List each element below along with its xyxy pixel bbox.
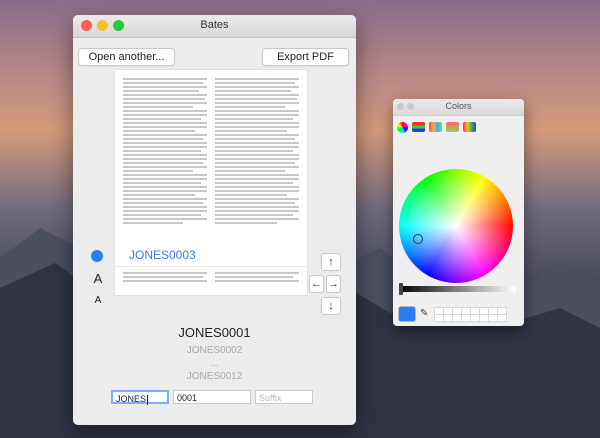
preview-first-number: JONES0001	[178, 325, 251, 340]
color-palettes-mode-icon[interactable]	[429, 122, 442, 132]
position-arrows: ↑ ← → ↓	[309, 253, 341, 319]
swatch-row: ✎	[399, 307, 506, 321]
font-size-decrease-button[interactable]: A	[91, 295, 105, 306]
move-right-button[interactable]: →	[326, 275, 341, 293]
preview-second-number: JONES0002	[186, 345, 243, 356]
move-down-button[interactable]: ↓	[321, 297, 341, 315]
colors-titlebar: Colors	[393, 99, 524, 116]
color-wheel[interactable]	[399, 169, 513, 283]
colors-title: Colors	[445, 101, 472, 111]
page-text-block	[123, 78, 299, 238]
brightness-slider[interactable]	[399, 283, 516, 295]
prefix-value: JONES	[116, 394, 147, 404]
preview-last-number: JONES0012	[186, 371, 243, 382]
stamp-style-controls: A A	[91, 250, 105, 306]
color-wheel-mode-icon[interactable]	[397, 121, 408, 133]
prefix-field[interactable]: JONES	[111, 390, 169, 405]
image-palettes-mode-icon[interactable]	[446, 122, 459, 132]
move-up-button[interactable]: ↑	[321, 253, 341, 271]
color-well-button[interactable]	[91, 250, 103, 262]
move-left-button[interactable]: ←	[309, 275, 324, 293]
page-divider	[115, 266, 307, 267]
pdf-page-preview: JONES0003	[115, 70, 307, 295]
start-number-field[interactable]: 0001	[173, 390, 251, 404]
titlebar: Bates	[73, 15, 356, 38]
bates-stamp-on-page: JONES0003	[129, 248, 196, 262]
saved-swatches-grid[interactable]	[435, 307, 506, 321]
colors-mode-toolbar	[393, 116, 524, 138]
text-caret	[147, 394, 149, 405]
export-pdf-button[interactable]: Export PDF	[262, 48, 349, 66]
eyedropper-icon[interactable]: ✎	[420, 308, 430, 320]
page-next-text-block	[123, 272, 299, 292]
color-wheel-selector[interactable]	[413, 234, 423, 244]
pencils-mode-icon[interactable]	[463, 122, 476, 132]
preview-ellipsis: ...	[210, 358, 219, 369]
colors-panel: Colors ✎	[393, 99, 524, 326]
open-another-button[interactable]: Open another...	[78, 48, 175, 66]
font-size-increase-button[interactable]: A	[91, 271, 105, 286]
current-color-swatch[interactable]	[399, 307, 415, 321]
window-title: Bates	[200, 19, 229, 31]
bates-window: Bates Open another... Export PDF JONES00…	[73, 15, 356, 425]
color-sliders-mode-icon[interactable]	[412, 122, 425, 132]
suffix-field[interactable]: Suffix	[255, 390, 313, 404]
brightness-slider-knob[interactable]	[399, 283, 403, 295]
